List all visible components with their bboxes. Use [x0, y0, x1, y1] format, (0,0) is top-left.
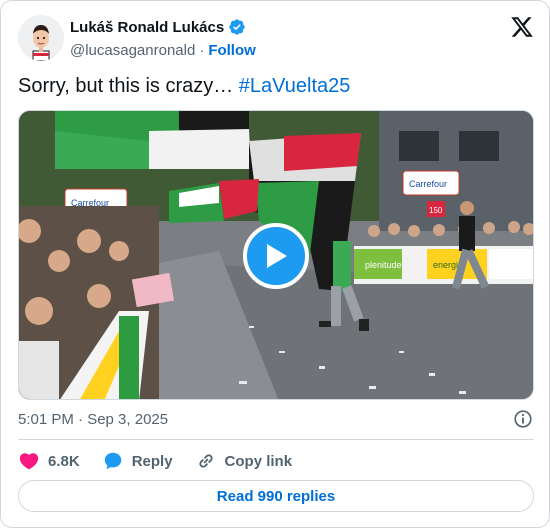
play-button[interactable]	[243, 223, 309, 289]
divider	[18, 439, 534, 440]
action-bar: 6.8K Reply Copy link	[18, 448, 314, 474]
reply-button[interactable]: Reply	[102, 450, 173, 472]
tweet-video[interactable]: plenitude energia Carrefour 150 Carrefou…	[18, 110, 534, 400]
x-logo-icon[interactable]	[510, 15, 534, 39]
link-icon	[198, 454, 213, 468]
tweet-text: Sorry, but this is crazy… #LaVuelta25	[18, 73, 534, 99]
follow-button[interactable]: Follow	[208, 42, 256, 59]
author-avatar[interactable]	[18, 15, 64, 61]
distance-sign-text: 150	[429, 206, 443, 215]
carrefour-sign-right-text: Carrefour	[409, 179, 447, 189]
tweet-card: Lukáš Ronald Lukács @lucasaganronald · F…	[0, 0, 550, 528]
tweet-header: Lukáš Ronald Lukács @lucasaganronald · F…	[18, 13, 534, 65]
copy-link-label: Copy link	[224, 452, 293, 470]
tweet-body-text: Sorry, but this is crazy…	[18, 75, 239, 97]
info-icon[interactable]	[512, 408, 534, 430]
play-icon	[267, 244, 287, 268]
speech-bubble-icon	[104, 452, 121, 470]
tweet-timestamp[interactable]: 5:01 PM · Sep 3, 2025	[18, 411, 168, 428]
author-handle[interactable]: @lucasaganronald	[70, 42, 195, 59]
plenitude-sign-text: plenitude	[365, 260, 402, 270]
like-count: 6.8K	[48, 452, 80, 470]
hashtag-link[interactable]: #LaVuelta25	[239, 75, 351, 97]
read-replies-button[interactable]: Read 990 replies	[18, 480, 534, 512]
heart-icon	[19, 453, 39, 470]
timestamp-row: 5:01 PM · Sep 3, 2025	[18, 407, 534, 431]
reply-label: Reply	[131, 452, 173, 470]
verified-badge-icon	[228, 18, 246, 36]
separator-dot: ·	[199, 41, 205, 59]
like-button[interactable]: 6.8K	[18, 450, 80, 472]
copy-link-button[interactable]: Copy link	[195, 450, 293, 472]
author-display-name[interactable]: Lukáš Ronald Lukács	[70, 19, 224, 36]
